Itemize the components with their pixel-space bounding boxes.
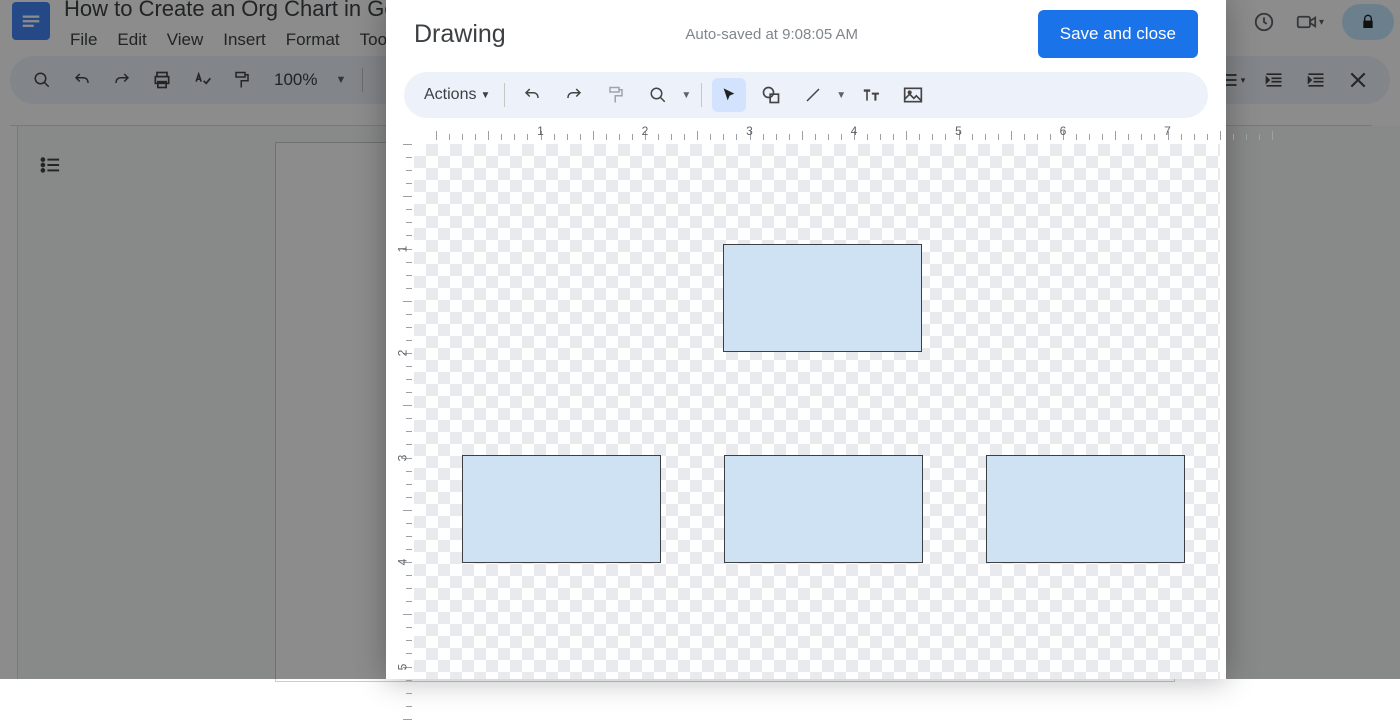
ruler-number: 5 xyxy=(955,124,962,138)
vertical-ruler: 12345 xyxy=(400,144,414,679)
select-tool-icon[interactable] xyxy=(712,78,746,112)
ruler-number: 2 xyxy=(642,124,649,138)
autosave-status: Auto-saved at 9:08:05 AM xyxy=(685,26,858,43)
horizontal-ruler: 1 2 3 4 5 6 7 xyxy=(414,126,1220,144)
shape-tool-icon[interactable] xyxy=(754,78,788,112)
save-and-close-button[interactable]: Save and close xyxy=(1038,10,1198,58)
ruler-number: 2 xyxy=(395,350,409,357)
zoom-icon[interactable] xyxy=(641,78,675,112)
ruler-number: 7 xyxy=(1164,124,1171,138)
redo-icon[interactable] xyxy=(557,78,591,112)
ruler-number: 4 xyxy=(395,559,409,566)
ruler-number: 3 xyxy=(746,124,753,138)
image-tool-icon[interactable] xyxy=(896,78,930,112)
undo-icon[interactable] xyxy=(515,78,549,112)
drawing-modal-header: Drawing Auto-saved at 9:08:05 AM Save an… xyxy=(386,0,1226,72)
drawing-canvas[interactable] xyxy=(414,144,1220,679)
shape-rectangle[interactable] xyxy=(462,455,661,563)
actions-caret-icon: ▼ xyxy=(480,90,490,101)
ruler-number: 1 xyxy=(395,245,409,252)
drawing-modal: Drawing Auto-saved at 9:08:05 AM Save an… xyxy=(386,0,1226,679)
drawing-canvas-area: 1234567 12345 xyxy=(400,126,1226,679)
ruler-number: 6 xyxy=(1060,124,1067,138)
shape-rectangle[interactable] xyxy=(724,455,923,563)
drawing-toolbar: Actions ▼ ▼ ▼ xyxy=(404,72,1208,118)
line-caret-icon[interactable]: ▼ xyxy=(836,90,846,101)
zoom-caret-icon[interactable]: ▼ xyxy=(681,90,691,101)
shape-rectangle[interactable] xyxy=(986,455,1185,563)
actions-label: Actions xyxy=(424,86,476,104)
textbox-tool-icon[interactable] xyxy=(854,78,888,112)
shape-rectangle[interactable] xyxy=(723,244,922,352)
ruler-number: 5 xyxy=(395,663,409,670)
paint-format-icon[interactable] xyxy=(599,78,633,112)
actions-menu[interactable]: Actions ▼ xyxy=(418,86,494,104)
ruler-number: 3 xyxy=(395,454,409,461)
toolbar-separator xyxy=(701,83,702,107)
drawing-title: Drawing xyxy=(414,20,506,49)
toolbar-separator xyxy=(504,83,505,107)
line-tool-icon[interactable] xyxy=(796,78,830,112)
ruler-number: 4 xyxy=(851,124,858,138)
ruler-number: 1 xyxy=(537,124,544,138)
